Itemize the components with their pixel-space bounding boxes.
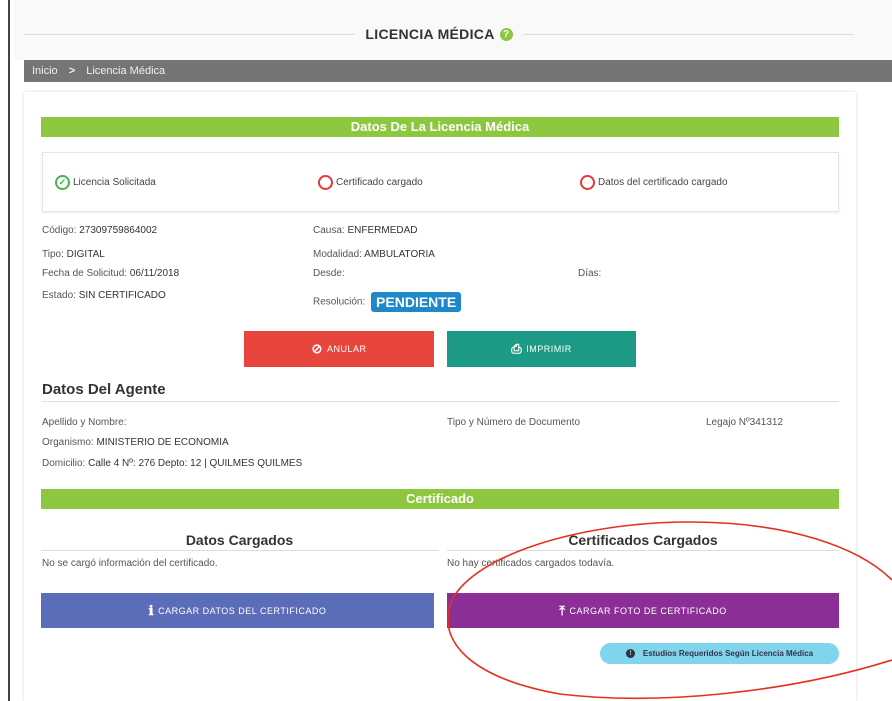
empty-circle-icon [318, 175, 333, 190]
empty-circle-icon [580, 175, 595, 190]
field-tipo: Tipo: DIGITAL [42, 249, 105, 260]
datos-title-rule [41, 550, 439, 551]
page-header: LICENCIA MÉDICA ? [14, 0, 892, 60]
field-organismo: Organismo: MINISTERIO DE ECONOMIA [42, 437, 229, 448]
step-licencia-solicitada: ✓ Licencia Solicitada [55, 175, 156, 190]
imprimir-button[interactable]: ⎙ IMPRIMIR [447, 331, 636, 367]
codigo-value: 27309759864002 [79, 225, 158, 236]
license-section-header: Datos De La Licencia Médica [41, 117, 839, 137]
print-icon: ⎙ [511, 341, 523, 356]
modalidad-value: AMBULATORIA [364, 249, 435, 260]
anular-button[interactable]: ⊘ ANULAR [244, 331, 434, 367]
field-domicilio: Domicilio: Calle 4 Nº: 276 Depto: 12 | Q… [42, 458, 302, 469]
field-resolucion: Resolución: PENDIENTE [313, 292, 462, 312]
agent-section-title: Datos Del Agente [42, 381, 166, 398]
field-dias: Días: [578, 268, 601, 279]
field-fecha: Fecha de Solicitud: 06/11/2018 [42, 268, 179, 279]
resolucion-label: Resolución: [313, 296, 366, 308]
legajo-value: Legajo Nº341312 [706, 417, 784, 428]
certificate-section-header: Certificado [41, 489, 839, 509]
desde-label: Desde: [313, 268, 345, 279]
modalidad-label: Modalidad: [313, 249, 362, 260]
step-datos-certificado: Datos del certificado cargado [580, 175, 728, 190]
upload-icon: ⤒ [559, 602, 566, 618]
field-causa: Causa: ENFERMEDAD [313, 225, 417, 236]
page-title: LICENCIA MÉDICA [365, 26, 495, 42]
step-label: Certificado cargado [336, 177, 423, 188]
cargar-foto-label: CARGAR FOTO DE CERTIFICADO [569, 605, 727, 616]
title-rule-right [522, 33, 855, 35]
field-documento: Tipo y Número de Documento [447, 417, 580, 428]
anular-label: ANULAR [326, 344, 367, 354]
dias-label: Días: [578, 268, 602, 279]
breadcrumb-separator: > [68, 65, 76, 77]
info-icon: ℹ [148, 602, 155, 618]
estudios-label: Estudios Requeridos Según Licencia Médic… [642, 649, 814, 658]
organismo-label: Organismo: [42, 437, 94, 448]
tipo-label: Tipo: [42, 249, 64, 260]
field-legajo: Legajo Nº341312 [706, 417, 783, 428]
certificados-cargados-title: Certificados Cargados [568, 532, 718, 548]
estado-label: Estado: [42, 290, 76, 301]
codigo-label: Código: [42, 225, 77, 236]
certs-title-rule [447, 550, 839, 551]
step-certificado-cargado: Certificado cargado [318, 175, 423, 190]
cargar-foto-button[interactable]: ⤒ CARGAR FOTO DE CERTIFICADO [447, 593, 839, 628]
field-modalidad: Modalidad: AMBULATORIA [313, 249, 435, 260]
datos-empty-message: No se cargó información del certificado. [42, 558, 218, 569]
organismo-value: MINISTERIO DE ECONOMIA [96, 437, 229, 448]
breadcrumb-current: Licencia Médica [86, 65, 166, 77]
domicilio-value: Calle 4 Nº: 276 Depto: 12 | QUILMES QUIL… [88, 458, 303, 469]
estado-value: SIN CERTIFICADO [78, 290, 166, 301]
step-label: Datos del certificado cargado [598, 177, 728, 188]
breadcrumb: Inicio > Licencia Médica [24, 60, 892, 82]
fecha-label: Fecha de Solicitud: [42, 268, 128, 279]
certs-empty-message: No hay certificados cargados todavía. [447, 558, 615, 569]
apellido-label: Apellido y Nombre: [42, 417, 127, 428]
info-circle-icon: ! [625, 649, 635, 658]
tipo-value: DIGITAL [66, 249, 105, 260]
status-badge: PENDIENTE [371, 292, 462, 312]
datos-cargados-title: Datos Cargados [185, 532, 294, 548]
ban-icon: ⊘ [311, 341, 323, 356]
step-label: Licencia Solicitada [73, 177, 156, 188]
title-rule-left [24, 33, 356, 35]
help-icon[interactable]: ? [499, 27, 513, 41]
cargar-datos-button[interactable]: ℹ CARGAR DATOS DEL CERTIFICADO [41, 593, 434, 628]
field-desde: Desde: [313, 268, 345, 279]
cargar-datos-label: CARGAR DATOS DEL CERTIFICADO [158, 605, 327, 616]
imprimir-label: IMPRIMIR [526, 344, 572, 354]
domicilio-label: Domicilio: [42, 458, 86, 469]
field-estado: Estado: SIN CERTIFICADO [42, 290, 166, 301]
agent-title-rule [42, 401, 839, 402]
causa-value: ENFERMEDAD [347, 225, 418, 236]
status-steps: ✓ Licencia Solicitada Certificado cargad… [42, 152, 839, 212]
window-edge [8, 0, 10, 701]
causa-label: Causa: [313, 225, 345, 236]
title-wrap: LICENCIA MÉDICA ? [14, 26, 864, 42]
estudios-requeridos-button[interactable]: ! Estudios Requeridos Según Licencia Méd… [600, 643, 839, 664]
field-codigo: Código: 27309759864002 [42, 225, 157, 236]
documento-label: Tipo y Número de Documento [447, 417, 581, 428]
field-apellido: Apellido y Nombre: [42, 417, 126, 428]
fecha-value: 06/11/2018 [129, 268, 180, 279]
check-circle-icon: ✓ [55, 175, 70, 190]
breadcrumb-home[interactable]: Inicio [32, 65, 58, 77]
